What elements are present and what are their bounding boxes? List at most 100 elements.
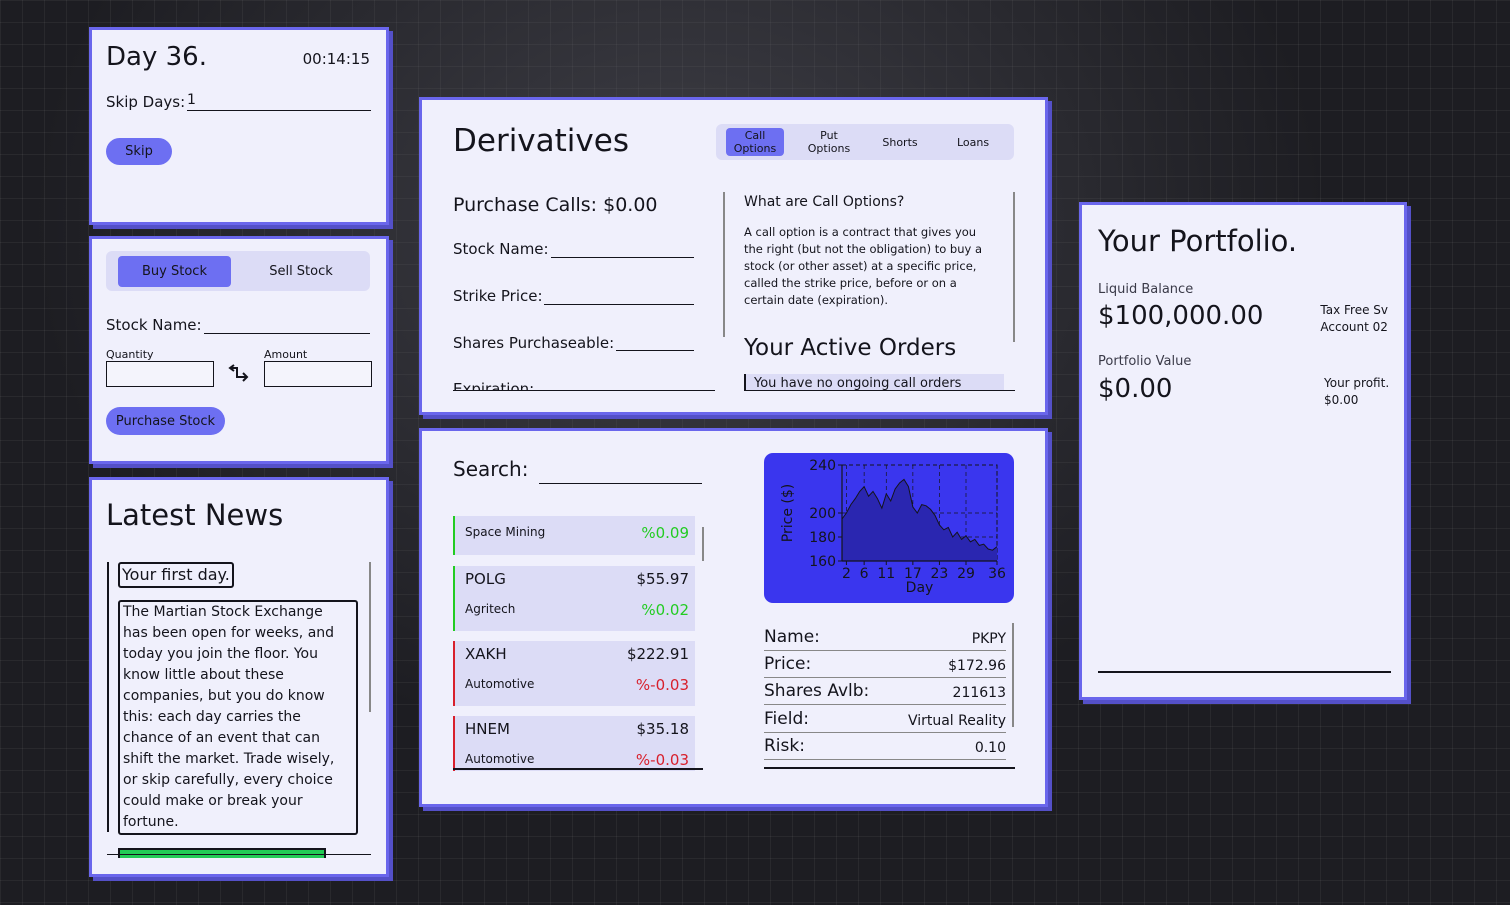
tab-shorts[interactable]: Shorts xyxy=(871,128,929,156)
news-divider xyxy=(107,854,371,855)
tab-buy-stock[interactable]: Buy Stock xyxy=(118,256,231,287)
detail-value: 211613 xyxy=(952,685,1006,701)
stock-price: $35.18 xyxy=(636,720,690,738)
call-info-line: called the strike price, before or on a xyxy=(744,276,957,290)
news-body-line: this: each day carries the xyxy=(123,709,301,725)
amount-label: Amount xyxy=(264,348,308,361)
portfolio-value-label: Portfolio Value xyxy=(1098,354,1192,369)
chart-x-tick-label: 11 xyxy=(877,566,895,582)
shares-purchaseable-input[interactable] xyxy=(616,334,694,351)
stock-details: Name: PKPY Price: $172.96 Shares Avlb: 2… xyxy=(764,619,1014,767)
detail-label: Name: xyxy=(764,627,820,647)
trade-tabs: Buy Stock Sell Stock xyxy=(106,251,370,291)
account-line1: Tax Free Sv xyxy=(1320,303,1388,317)
stock-sector: Space Mining xyxy=(465,525,546,539)
stock-sector: Automotive xyxy=(465,752,535,766)
detail-value: 0.10 xyxy=(974,740,1006,756)
stock-change: %0.09 xyxy=(641,524,689,542)
stock-card[interactable]: POLG $55.97 Agritech %0.02 xyxy=(453,566,695,631)
tab-call-options-line1: Call xyxy=(744,129,766,142)
chart-x-tick-label: 36 xyxy=(988,566,1006,582)
right-info-divider xyxy=(744,390,1015,391)
news-body: The Martian Stock Exchange has been open… xyxy=(118,600,358,835)
portfolio-value-amount: $0.00 xyxy=(1098,374,1173,404)
news-scrollbar[interactable] xyxy=(369,562,371,712)
day-clock: 00:14:15 xyxy=(302,50,370,68)
skip-days-label: Skip Days: xyxy=(106,93,186,111)
liquid-balance-label: Liquid Balance xyxy=(1098,282,1194,297)
stock-name-input[interactable] xyxy=(204,316,370,334)
stock-ticker: POLG xyxy=(465,570,506,588)
stock-list-bottom xyxy=(453,768,703,770)
call-info-line: stock (or other asset) at a specific pri… xyxy=(744,259,977,273)
news-headline[interactable]: Your first day. xyxy=(118,562,234,588)
left-form-divider xyxy=(453,390,715,391)
tab-call-options[interactable]: Call Options xyxy=(726,128,784,156)
purchase-stock-button[interactable]: Purchase Stock xyxy=(106,407,225,435)
call-info-line: the right (but not the obligation) to bu… xyxy=(744,242,983,256)
detail-row: Price: $172.96 xyxy=(764,651,1006,678)
call-info-text: A call option is a contract that gives y… xyxy=(744,224,1000,309)
strike-price-label: Strike Price: xyxy=(453,287,543,305)
stock-card[interactable]: Space Mining %0.09 xyxy=(453,516,695,555)
news-title: Latest News xyxy=(106,498,284,532)
news-body-line: fortune. xyxy=(123,814,179,830)
news-body-line: chance of an event that can xyxy=(123,730,320,746)
news-body-line: companies, but you do know xyxy=(123,688,325,704)
account-name: Tax Free Sv Account 02 xyxy=(1320,302,1388,336)
chart-area xyxy=(842,479,997,561)
detail-row: Shares Avlb: 211613 xyxy=(764,678,1006,705)
news-body-line: has been open for weeks, and xyxy=(123,625,335,641)
call-info-title: What are Call Options? xyxy=(744,194,905,210)
liquid-balance-value: $100,000.00 xyxy=(1098,301,1264,331)
detail-scrollbar[interactable] xyxy=(1012,623,1014,727)
skip-button[interactable]: Skip xyxy=(106,138,172,165)
search-input[interactable] xyxy=(539,465,702,484)
active-orders-empty-clip: You have no ongoing call orders xyxy=(744,374,1004,390)
purchase-calls-title: Purchase Calls: $0.00 xyxy=(453,194,658,216)
amount-input[interactable] xyxy=(264,361,372,387)
portfolio-title: Your Portfolio. xyxy=(1098,224,1298,258)
call-info-line: certain date (expiration). xyxy=(744,293,889,307)
detail-row: Risk: 0.10 xyxy=(764,733,1006,760)
stock-sector: Automotive xyxy=(465,677,535,691)
news-next-item[interactable] xyxy=(118,848,326,858)
market-panel: Search: Space Mining %0.09 POLG $55.97 A… xyxy=(419,428,1048,807)
portfolio-holdings-divider xyxy=(1098,671,1391,673)
swap-arrows-icon[interactable] xyxy=(228,363,252,383)
stock-list-scrollbar[interactable] xyxy=(702,527,704,561)
expiration-clip: Expiration: xyxy=(453,380,715,390)
tab-loans[interactable]: Loans xyxy=(944,128,1002,156)
derivatives-title: Derivatives xyxy=(453,123,629,159)
profit-value: $0.00 xyxy=(1324,393,1359,407)
stock-card[interactable]: XAKH $222.91 Automotive %-0.03 xyxy=(453,641,695,706)
stock-card[interactable]: HNEM $35.18 Automotive %-0.03 xyxy=(453,716,695,771)
price-chart: 160 180 200 240 2 6 11 17 23 29 36 Day Price ($) xyxy=(764,453,1014,603)
tab-sell-stock[interactable]: Sell Stock xyxy=(246,256,356,287)
stock-price: $55.97 xyxy=(636,570,690,588)
details-bottom xyxy=(764,767,1015,769)
stock-list: Space Mining %0.09 POLG $55.97 Agritech … xyxy=(453,516,703,771)
skip-days-input[interactable]: 1 xyxy=(187,92,371,111)
search-label: Search: xyxy=(453,457,529,481)
chart-y-tick-label: 160 xyxy=(809,554,836,570)
news-body-line: The Martian Stock Exchange xyxy=(123,604,323,620)
stock-change: %-0.03 xyxy=(635,751,689,769)
info-scrollbar[interactable] xyxy=(1013,192,1015,342)
stock-price: $222.91 xyxy=(626,645,689,663)
call-stock-name-input[interactable] xyxy=(551,240,694,258)
tab-call-options-line2: Options xyxy=(733,142,777,155)
stock-ticker: HNEM xyxy=(465,720,510,738)
chart-y-tick-label: 240 xyxy=(809,458,836,474)
stock-change: %0.02 xyxy=(641,601,689,619)
profit-label: Your profit. xyxy=(1324,376,1390,390)
strike-price-input[interactable] xyxy=(544,287,694,305)
detail-label: Field: xyxy=(764,709,809,729)
quantity-input[interactable] xyxy=(106,361,214,387)
shares-purchaseable-label: Shares Purchaseable: xyxy=(453,334,615,352)
news-panel: Latest News Your first day. The Martian … xyxy=(89,477,389,877)
detail-value: $172.96 xyxy=(948,658,1006,674)
detail-row: Name: PKPY xyxy=(764,624,1006,651)
tab-put-options[interactable]: Put Options xyxy=(800,128,858,156)
chart-x-tick-label: 29 xyxy=(957,566,975,582)
